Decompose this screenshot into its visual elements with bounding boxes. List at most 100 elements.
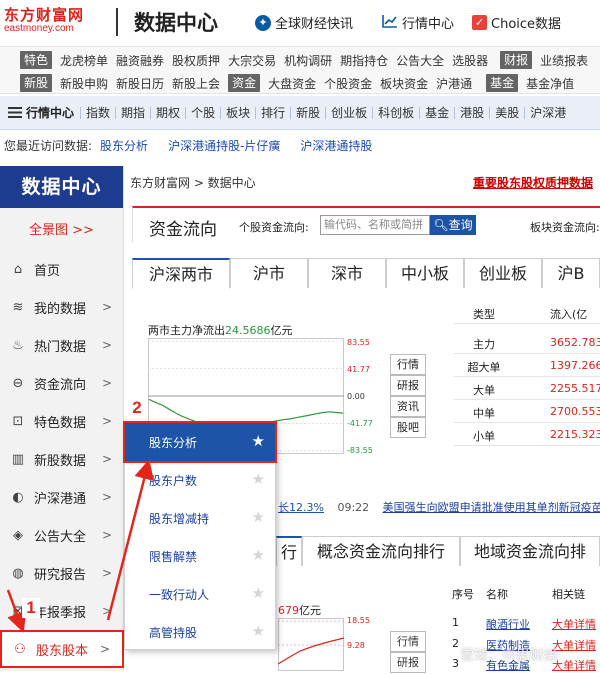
menu-item[interactable]: 沪深港 xyxy=(524,106,571,119)
star-icon[interactable]: ★ xyxy=(252,622,265,640)
submenu-item-shareholder-analysis[interactable]: 股东分析 ★ xyxy=(123,421,277,463)
nav-link[interactable]: 板块资金 xyxy=(380,75,428,92)
breadcrumb-text[interactable]: 东方财富网 > 数据中心 xyxy=(130,176,256,190)
sidebar-item-fund-flow[interactable]: ⊖ 资金流向 > xyxy=(0,364,124,402)
chart-icon xyxy=(382,14,398,32)
tab-region-ranking[interactable]: 地域资金流向排 xyxy=(460,536,600,566)
nav-link[interactable]: 新股日历 xyxy=(116,75,164,92)
menu-item[interactable]: 新股 xyxy=(290,106,325,119)
nav-link[interactable]: 机构调研 xyxy=(284,52,332,69)
submenu-item-lockup-release[interactable]: 限售解禁 ★ xyxy=(125,537,275,575)
nav-link[interactable]: 大宗交易 xyxy=(228,52,276,69)
star-icon[interactable]: ★ xyxy=(252,584,265,602)
menu-item[interactable]: 板块 xyxy=(220,106,255,119)
nav-link[interactable]: 个股资金 xyxy=(324,75,372,92)
sidebar-item-featured-data[interactable]: ⊡ 特色数据 > xyxy=(0,402,124,440)
menu-item[interactable]: 期指 xyxy=(115,106,150,119)
sidebar-item-hot-data[interactable]: ♨ 热门数据 > xyxy=(0,326,124,364)
news-button[interactable]: 资讯 xyxy=(390,396,426,417)
tab-industry-ranking[interactable]: 行 xyxy=(276,536,302,566)
menu-item[interactable]: 个股 xyxy=(185,106,220,119)
sidebar-item-financial-reports[interactable]: ⊠ 年报季报 > xyxy=(0,592,124,630)
star-icon[interactable]: ★ xyxy=(252,508,265,526)
tab-sh-b[interactable]: 沪B xyxy=(542,258,600,288)
submenu-item-concerted-parties[interactable]: 一致行动人 ★ xyxy=(125,575,275,613)
nav-link[interactable]: 期指持仓 xyxy=(340,52,388,69)
tab-gem-board[interactable]: 创业板 xyxy=(464,258,542,288)
menu-item[interactable]: 期权 xyxy=(150,106,185,119)
nav-link[interactable]: 沪港通 xyxy=(436,75,472,92)
menu-item[interactable]: 港股 xyxy=(454,106,489,119)
logo-domain: eastmoney.com xyxy=(4,23,74,34)
chart-title-prefix: 两市主力净流出 xyxy=(148,324,225,337)
submenu-item-holding-changes[interactable]: 股东增减持 ★ xyxy=(125,499,275,537)
choice-data-link[interactable]: ✓ Choice数据 xyxy=(472,13,561,32)
submenu-item-shareholder-count[interactable]: 股东户数 ★ xyxy=(125,461,275,499)
stock-search-input[interactable]: 输代码、名称或简拼 xyxy=(320,215,430,235)
column-header: 名称 xyxy=(486,588,508,601)
star-icon[interactable]: ★ xyxy=(252,470,265,488)
nav-link[interactable]: 龙虎榜单 xyxy=(60,52,108,69)
sidebar-item-home[interactable]: ⌂ 首页 xyxy=(0,250,124,288)
chart-title-value: 24.5686 xyxy=(225,324,271,337)
quote-button[interactable]: 行情 xyxy=(390,631,426,652)
nav-link[interactable]: 选股器 xyxy=(452,52,488,69)
industry-link[interactable]: 酿酒行业 xyxy=(486,616,530,632)
nav-link[interactable]: 新股申购 xyxy=(60,75,108,92)
nav-link[interactable]: 大盘资金 xyxy=(268,75,316,92)
sidebar-title: 数据中心 xyxy=(0,166,123,208)
submenu-item-executive-holdings[interactable]: 高管持股 ★ xyxy=(125,613,275,651)
tab-concept-ranking[interactable]: 概念资金流向排行 xyxy=(302,536,460,566)
star-icon[interactable]: ★ xyxy=(252,546,265,564)
sidebar-item-shareholders[interactable]: ⚇ 股东股本 > xyxy=(0,630,124,668)
eastmoney-logo[interactable]: 东方财富网 eastmoney.com xyxy=(4,6,110,38)
sidebar-item-research-reports[interactable]: ◍ 研究报告 > xyxy=(0,554,124,592)
query-button[interactable]: 🔍︎查询 xyxy=(430,215,476,235)
tab-sme-board[interactable]: 中小板 xyxy=(386,258,464,288)
panorama-link[interactable]: 全景图 >> xyxy=(0,208,123,254)
recent-link[interactable]: 股东分析 xyxy=(100,137,148,154)
chevron-right-icon: > xyxy=(101,528,112,542)
tab-hs-markets[interactable]: 沪深两市 xyxy=(132,258,230,289)
menu-item[interactable]: 科创板 xyxy=(372,106,419,119)
home-icon: ⌂ xyxy=(13,261,23,277)
pledge-data-link[interactable]: 重要股东股权质押数据 xyxy=(473,174,593,191)
tab-sz-market[interactable]: 深市 xyxy=(308,258,386,288)
quote-button[interactable]: 行情 xyxy=(390,354,426,375)
nav-link[interactable]: 股权质押 xyxy=(172,52,220,69)
menu-item[interactable]: 创业板 xyxy=(325,106,372,119)
chart2-title: 679亿元 xyxy=(278,602,321,618)
sidebar-item-ipo-data[interactable]: ▥ 新股数据 > xyxy=(0,440,124,478)
sidebar-item-announcements[interactable]: ◈ 公告大全 > xyxy=(0,516,124,554)
sidebar-item-my-data[interactable]: ≋ 我的数据 > xyxy=(0,288,124,326)
recent-link[interactable]: 沪深港通持股 xyxy=(300,137,372,154)
menu-item[interactable]: 指数 xyxy=(80,106,115,119)
recent-link[interactable]: 沪深港通持股-片仔癀 xyxy=(168,137,280,154)
star-icon[interactable]: ★ xyxy=(252,432,265,450)
sidebar-item-stock-connect[interactable]: ◐ 沪深港通 > xyxy=(0,478,124,516)
nav-link[interactable]: 公告大全 xyxy=(396,52,444,69)
menu-item[interactable]: 美股 xyxy=(489,106,524,119)
news-percent[interactable]: 长12.3% xyxy=(278,501,324,514)
menu-icon xyxy=(8,107,22,118)
research-button[interactable]: 研报 xyxy=(390,652,426,673)
nav-link[interactable]: 融资融券 xyxy=(116,52,164,69)
sidebar-item-label: 特色数据 xyxy=(34,415,87,431)
research-button[interactable]: 研报 xyxy=(390,375,426,396)
nav-link[interactable]: 业绩报表 xyxy=(540,52,588,69)
nav-link[interactable]: 新股上会 xyxy=(172,75,220,92)
global-news-link[interactable]: ✦ 全球财经快讯 xyxy=(255,13,353,32)
menu-item[interactable]: 排行 xyxy=(255,106,290,119)
flow-type: 小单 xyxy=(473,430,495,443)
menu-item[interactable]: 基金 xyxy=(419,106,454,119)
forum-button[interactable]: 股吧 xyxy=(390,417,426,438)
table-row: 小单 2215.3231 xyxy=(454,424,600,446)
quote-center-home[interactable]: 行情中心 xyxy=(8,104,74,121)
news-headline[interactable]: 美国强生向欧盟申请批准使用其单剂新冠疫苗 xyxy=(383,501,600,514)
tab-sh-market[interactable]: 沪市 xyxy=(230,258,308,288)
detail-link[interactable]: 大单详情 xyxy=(552,637,596,653)
detail-link[interactable]: 大单详情 xyxy=(552,616,596,632)
chevron-right-icon: > xyxy=(101,376,112,390)
quote-center-link[interactable]: 行情中心 xyxy=(382,13,454,32)
nav-link[interactable]: 基金净值 xyxy=(526,75,574,92)
